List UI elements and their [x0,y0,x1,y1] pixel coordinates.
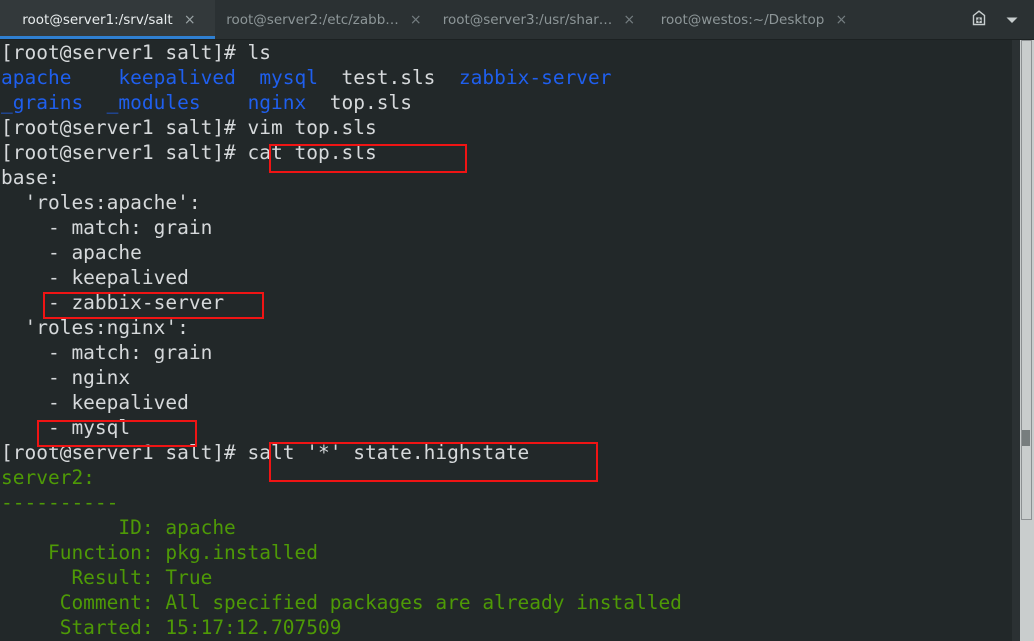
terminal-line: Function: pkg.installed [0,540,1020,565]
terminal-text: test.sls [341,66,436,89]
terminal-line: - apache [0,240,1020,265]
terminal-text: nginx [247,91,307,114]
terminal-text: Started: 15:17:12.707509 [1,616,342,639]
terminal-line: Comment: All specified packages are alre… [0,590,1020,615]
terminal-line: [root@server1 salt]# ls [0,40,1020,65]
terminal-scrollbar[interactable] [1020,40,1034,641]
terminal-text: [root@server1 salt]# ls [1,41,272,64]
tab-server1-label: root@server1:/srv/salt [22,11,173,28]
terminal-line: [root@server1 salt]# cat top.sls [0,140,1020,165]
terminal-line: Started: 15:17:12.707509 [0,615,1020,640]
terminal-line: - mysql [0,415,1020,440]
terminal-text: [root@server1 salt]# salt '*' state.high… [1,441,530,464]
chevron-down-icon [1005,10,1019,29]
new-tab-icon [970,9,988,31]
terminal-line: ---------- [0,490,1020,515]
terminal-line: - match: grain [0,340,1020,365]
terminal-text: ID: apache [1,516,236,539]
terminal-line: _grains _modules nginx top.sls [0,90,1020,115]
terminal-line: [root@server1 salt]# vim top.sls [0,115,1020,140]
terminal-text: apache [1,66,72,89]
terminal-text: - keepalived [1,391,189,414]
tab-server1-close-icon[interactable]: × [183,13,197,27]
tab-menu-button[interactable] [996,0,1034,39]
terminal-line: 'roles:apache': [0,190,1020,215]
terminal-line: - match: grain [0,215,1020,240]
terminal-text: - nginx [1,366,131,389]
terminal-text: mysql [259,66,319,89]
terminal-text: 'roles:nginx': [1,316,189,339]
terminal-text: _grains [1,91,84,114]
terminal-line: - nginx [0,365,1020,390]
tab-server2-label: root@server2:/etc/zabb… [226,11,399,28]
terminal-line: apache keepalived mysql test.sls zabbix-… [0,65,1020,90]
terminal-window: [root@server1 salt]# ls apache keepalived… [0,40,1034,641]
terminal-line: - keepalived [0,265,1020,290]
scrollbar-track [1012,40,1020,641]
terminal-line: - keepalived [0,390,1020,415]
terminal-text: Comment: All specified packages are alre… [1,591,682,614]
terminal-text: Function: pkg.installed [1,541,318,564]
terminal-line: Result: True [0,565,1020,590]
terminal-text: server2: [1,466,95,489]
terminal-text: base: [1,166,60,189]
scrollbar-thumb[interactable] [1021,40,1032,520]
terminal-text: Result: True [1,566,213,589]
terminal-text: - apache [1,241,142,264]
tab-server1[interactable]: root@server1:/srv/salt × [0,0,215,39]
terminal-line: base: [0,165,1020,190]
tab-bar: root@server1:/srv/salt × root@server2:/e… [0,0,1034,40]
terminal-text: - keepalived [1,266,189,289]
new-tab-button[interactable] [962,0,996,39]
tab-westos[interactable]: root@westos:~/Desktop × [645,0,860,39]
terminal-text: - match: grain [1,341,213,364]
tab-westos-close-icon[interactable]: × [834,13,848,27]
terminal-text: ---------- [1,491,119,514]
terminal-line: 'roles:nginx': [0,315,1020,340]
terminal-text: zabbix-server [458,66,612,89]
terminal-text: - match: grain [1,216,213,239]
tab-bar-spacer [860,0,962,39]
terminal-text: keepalived [118,66,236,89]
tab-server2[interactable]: root@server2:/etc/zabb… × [215,0,430,39]
terminal-text: - mysql [1,416,131,439]
tab-server3-close-icon[interactable]: × [622,13,636,27]
tab-westos-label: root@westos:~/Desktop [660,11,825,28]
terminal-screen[interactable]: [root@server1 salt]# ls apache keepalived… [0,40,1020,641]
terminal-line: - zabbix-server [0,290,1020,315]
terminal-text: [root@server1 salt]# vim top.sls [1,116,377,139]
tab-server3-label: root@server3:/usr/shar… [442,11,613,28]
terminal-text: top.sls [329,91,412,114]
scrollbar-position-marker [1022,430,1030,446]
tab-server3[interactable]: root@server3:/usr/shar… × [430,0,645,39]
tab-server2-close-icon[interactable]: × [409,13,423,27]
terminal-text: _modules [106,91,201,114]
terminal-line: [root@server1 salt]# salt '*' state.high… [0,440,1020,465]
terminal-text: 'roles:apache': [1,191,201,214]
terminal-text: - zabbix-server [1,291,225,314]
terminal-line: ID: apache [0,515,1020,540]
terminal-text: [root@server1 salt]# cat top.sls [1,141,377,164]
terminal-line: server2: [0,465,1020,490]
